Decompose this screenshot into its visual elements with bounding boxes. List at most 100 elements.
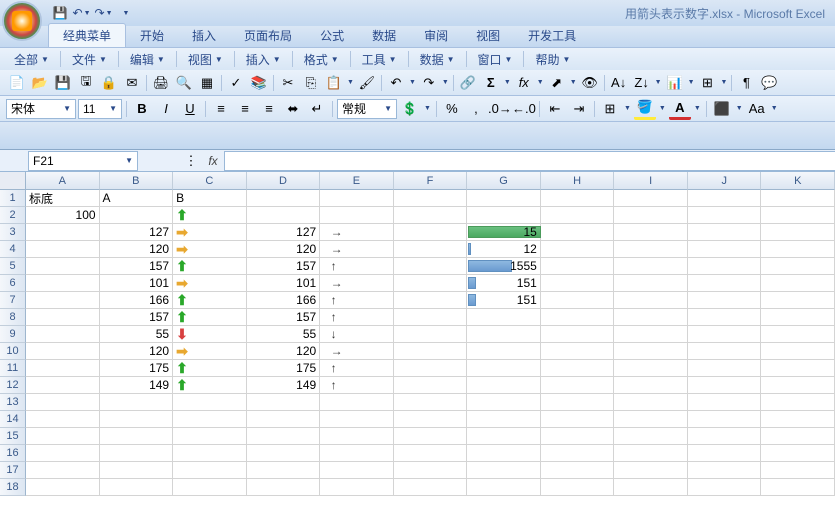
inc-indent-icon[interactable]: ⇥ bbox=[568, 98, 590, 120]
cell-K11[interactable] bbox=[761, 360, 835, 377]
cell-G15[interactable] bbox=[467, 428, 541, 445]
chart-icon[interactable]: 📊 bbox=[664, 72, 686, 94]
cell-I6[interactable] bbox=[614, 275, 688, 292]
menu-data[interactable]: 数据▼ bbox=[414, 51, 461, 68]
sort-asc-icon[interactable]: A↓ bbox=[608, 72, 630, 94]
cell-A2[interactable]: 100 bbox=[26, 207, 100, 224]
cell-E6[interactable] bbox=[320, 275, 394, 292]
permission-icon[interactable]: 🔒 bbox=[98, 72, 120, 94]
formula-bar[interactable] bbox=[224, 151, 835, 171]
cell-G10[interactable] bbox=[467, 343, 541, 360]
col-header-D[interactable]: D bbox=[247, 172, 321, 190]
cell-D5[interactable]: 157↑ bbox=[247, 258, 321, 275]
cell-K9[interactable] bbox=[761, 326, 835, 343]
cell-H1[interactable] bbox=[541, 190, 615, 207]
save-icon[interactable]: 💾 bbox=[52, 72, 74, 94]
cell-E13[interactable] bbox=[320, 394, 394, 411]
save-icon[interactable]: 💾 bbox=[50, 3, 70, 23]
col-header-B[interactable]: B bbox=[100, 172, 174, 190]
cell-G9[interactable] bbox=[467, 326, 541, 343]
cell-K14[interactable] bbox=[761, 411, 835, 428]
cell-G13[interactable] bbox=[467, 394, 541, 411]
cell-G8[interactable] bbox=[467, 309, 541, 326]
cell-J13[interactable] bbox=[688, 394, 762, 411]
undo-icon[interactable]: ↶▼ bbox=[72, 3, 92, 23]
col-header-C[interactable]: C bbox=[173, 172, 247, 190]
cell-K1[interactable] bbox=[761, 190, 835, 207]
cell-I14[interactable] bbox=[614, 411, 688, 428]
cell-D6[interactable]: 101→ bbox=[247, 275, 321, 292]
cell-J9[interactable] bbox=[688, 326, 762, 343]
cell-B3[interactable]: 127 bbox=[100, 224, 174, 241]
percent-icon[interactable]: % bbox=[441, 98, 463, 120]
cell-F8[interactable] bbox=[394, 309, 468, 326]
undo-icon[interactable]: ↶ bbox=[385, 72, 407, 94]
cell-C17[interactable] bbox=[173, 462, 247, 479]
cell-D8[interactable]: 157↑ bbox=[247, 309, 321, 326]
paste-icon[interactable]: 📋 bbox=[323, 72, 345, 94]
cell-D4[interactable]: 120→ bbox=[247, 241, 321, 258]
cell-G14[interactable] bbox=[467, 411, 541, 428]
cell-B10[interactable]: 120 bbox=[100, 343, 174, 360]
cut-icon[interactable]: ✂ bbox=[277, 72, 299, 94]
cell-B2[interactable] bbox=[100, 207, 174, 224]
cell-B17[interactable] bbox=[100, 462, 174, 479]
cell-H12[interactable] bbox=[541, 377, 615, 394]
cell-B18[interactable] bbox=[100, 479, 174, 496]
cell-A10[interactable] bbox=[26, 343, 100, 360]
merge-icon[interactable]: ⬌ bbox=[282, 98, 304, 120]
cell-F5[interactable] bbox=[394, 258, 468, 275]
cell-A11[interactable] bbox=[26, 360, 100, 377]
select-all-corner[interactable] bbox=[0, 172, 26, 190]
cell-D12[interactable]: 149↑ bbox=[247, 377, 321, 394]
sort-desc-icon[interactable]: Z↓ bbox=[631, 72, 653, 94]
dec-decimal-icon[interactable]: ←.0 bbox=[513, 98, 535, 120]
cell-C4[interactable]: ➡ bbox=[173, 241, 247, 258]
cell-C7[interactable]: ⬆ bbox=[173, 292, 247, 309]
cell-G5[interactable]: 1555 bbox=[467, 258, 541, 275]
row-header-18[interactable]: 18 bbox=[0, 479, 26, 496]
office-button[interactable] bbox=[2, 1, 42, 41]
cell-K17[interactable] bbox=[761, 462, 835, 479]
menu-format[interactable]: 格式▼ bbox=[298, 51, 345, 68]
cell-J3[interactable] bbox=[688, 224, 762, 241]
cell-I1[interactable] bbox=[614, 190, 688, 207]
cell-B14[interactable] bbox=[100, 411, 174, 428]
cell-F16[interactable] bbox=[394, 445, 468, 462]
styles-icon[interactable]: Aa bbox=[746, 98, 768, 120]
cell-B9[interactable]: 55 bbox=[100, 326, 174, 343]
tab-home[interactable]: 开始 bbox=[126, 24, 178, 47]
cell-G7[interactable]: 151 bbox=[467, 292, 541, 309]
cell-J14[interactable] bbox=[688, 411, 762, 428]
cell-K16[interactable] bbox=[761, 445, 835, 462]
cell-E18[interactable] bbox=[320, 479, 394, 496]
cell-J4[interactable] bbox=[688, 241, 762, 258]
tab-view[interactable]: 视图 bbox=[462, 24, 514, 47]
cell-C15[interactable] bbox=[173, 428, 247, 445]
cell-B16[interactable] bbox=[100, 445, 174, 462]
saveas-icon[interactable]: 🖫 bbox=[75, 72, 97, 94]
col-header-K[interactable]: K bbox=[761, 172, 835, 190]
cell-F12[interactable] bbox=[394, 377, 468, 394]
qat-more-icon[interactable]: ▼ bbox=[116, 3, 136, 23]
cell-A7[interactable] bbox=[26, 292, 100, 309]
cell-E2[interactable] bbox=[320, 207, 394, 224]
cell-D1[interactable] bbox=[247, 190, 321, 207]
wrap-icon[interactable]: ↵ bbox=[306, 98, 328, 120]
cell-H14[interactable] bbox=[541, 411, 615, 428]
cell-J18[interactable] bbox=[688, 479, 762, 496]
tab-formula[interactable]: 公式 bbox=[306, 24, 358, 47]
trace-icon[interactable]: ⬈ bbox=[546, 72, 568, 94]
cell-C13[interactable] bbox=[173, 394, 247, 411]
cell-F17[interactable] bbox=[394, 462, 468, 479]
cell-K12[interactable] bbox=[761, 377, 835, 394]
hyperlink-icon[interactable]: 🔗 bbox=[457, 72, 479, 94]
align-right-icon[interactable]: ≡ bbox=[258, 98, 280, 120]
cell-G16[interactable] bbox=[467, 445, 541, 462]
tab-classic[interactable]: 经典菜单 bbox=[48, 23, 126, 47]
cell-K6[interactable] bbox=[761, 275, 835, 292]
cell-I9[interactable] bbox=[614, 326, 688, 343]
col-header-G[interactable]: G bbox=[467, 172, 541, 190]
cell-F6[interactable] bbox=[394, 275, 468, 292]
cell-F1[interactable] bbox=[394, 190, 468, 207]
